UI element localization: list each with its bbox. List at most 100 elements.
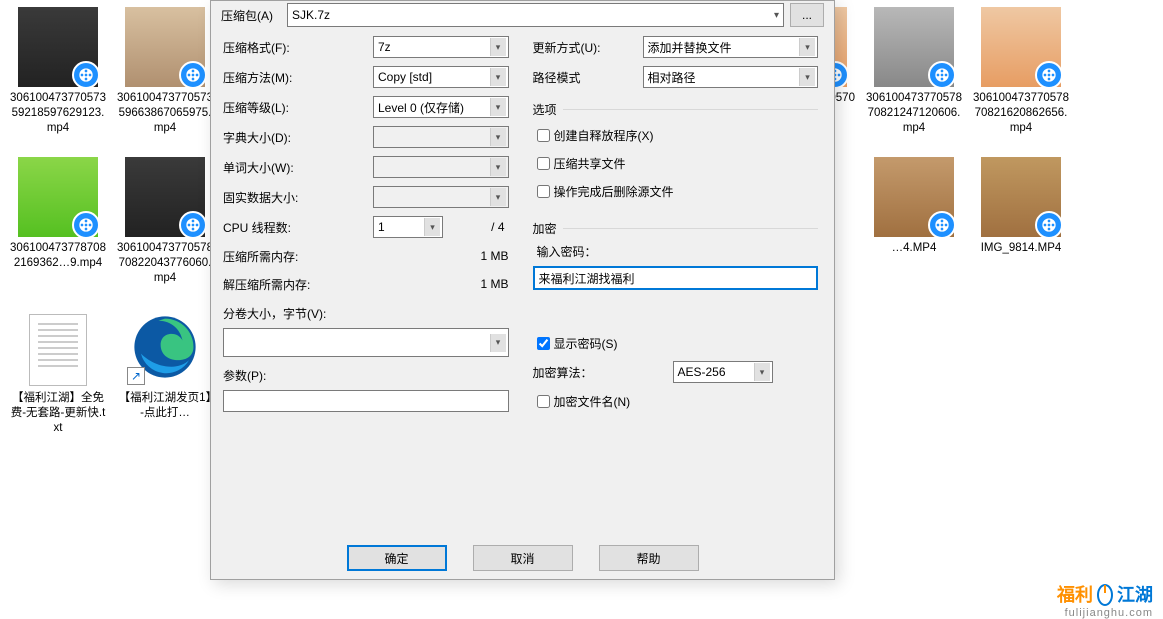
- file-name: 30610047377057870822043776060.mp4: [115, 241, 215, 286]
- params-input[interactable]: [223, 390, 509, 412]
- update-combo[interactable]: 添加并替换文件 ▾: [643, 36, 819, 58]
- file-name: 30610047377057870821620862656.mp4: [971, 91, 1071, 136]
- chevron-down-icon: ▾: [490, 334, 506, 352]
- file-item[interactable]: 30610047377057359218597629123.mp4: [5, 0, 111, 150]
- file-item[interactable]: 30610047377057359663867065975.mp4: [112, 0, 218, 150]
- options-title: 选项: [533, 101, 557, 118]
- solid-combo[interactable]: ▾: [373, 186, 509, 208]
- file-thumb: ↗: [125, 307, 205, 387]
- help-button[interactable]: 帮助: [599, 545, 699, 571]
- chevron-down-icon: ▾: [774, 10, 779, 21]
- update-label: 更新方式(U):: [533, 39, 643, 56]
- mem-compress-label: 压缩所需内存:: [223, 248, 298, 265]
- method-combo[interactable]: Copy [std] ▾: [373, 66, 509, 88]
- delete-checkbox[interactable]: [537, 185, 550, 198]
- video-reel-icon: [72, 211, 98, 237]
- file-item[interactable]: 30610047377057870821620862656.mp4: [968, 0, 1074, 150]
- file-item[interactable]: …4.MP4: [861, 150, 967, 300]
- file-thumb: [874, 7, 954, 87]
- dict-combo[interactable]: ▾: [373, 126, 509, 148]
- left-column: 压缩格式(F): 7z ▾ 压缩方法(M): Copy [std] ▾ 压缩等级…: [219, 31, 517, 412]
- ok-button[interactable]: 确定: [347, 545, 447, 571]
- shortcut-arrow-icon: ↗: [127, 367, 145, 385]
- file-thumb: [125, 7, 205, 87]
- chevron-down-icon: ▾: [424, 218, 440, 236]
- algo-combo[interactable]: AES-256 ▾: [673, 361, 773, 383]
- threads-label: CPU 线程数:: [223, 219, 373, 236]
- sfx-checkbox[interactable]: [537, 129, 550, 142]
- video-reel-icon: [1035, 211, 1061, 237]
- mem-decompress-value: 1 MB: [480, 277, 508, 291]
- mouse-icon: [1095, 581, 1115, 607]
- archive-path-value: SJK.7z: [292, 8, 330, 22]
- right-column: 更新方式(U): 添加并替换文件 ▾ 路径模式 相对路径 ▾ 选项 创建自释放程…: [517, 31, 827, 412]
- share-checkbox[interactable]: [537, 157, 550, 170]
- file-name: IMG_9814.MP4: [979, 241, 1064, 256]
- split-combo[interactable]: ▾: [223, 328, 509, 357]
- word-combo[interactable]: ▾: [373, 156, 509, 178]
- pathmode-label: 路径模式: [533, 69, 643, 86]
- mem-decompress-label: 解压缩所需内存:: [223, 276, 310, 293]
- showpwd-label: 显示密码(S): [554, 335, 618, 352]
- level-combo[interactable]: Level 0 (仅存储) ▾: [373, 96, 509, 118]
- file-name: 30610047377057359663867065975.mp4: [115, 91, 215, 136]
- format-label: 压缩格式(F):: [223, 39, 373, 56]
- archive-label: 压缩包(A): [221, 7, 281, 24]
- encnames-checkbox[interactable]: [537, 395, 550, 408]
- chevron-down-icon: ▾: [490, 38, 506, 56]
- file-name: 30610047377057870821247120606.mp4: [864, 91, 964, 136]
- threads-max: / 4: [443, 220, 509, 234]
- password-input[interactable]: 来福利江湖找福利: [533, 266, 819, 290]
- encrypt-title: 加密: [533, 220, 557, 237]
- video-reel-icon: [1035, 61, 1061, 87]
- file-name: 30610047377057359218597629123.mp4: [8, 91, 108, 136]
- video-reel-icon: [72, 61, 98, 87]
- compress-dialog: 压缩包(A) SJK.7z ▾ ... 压缩格式(F): 7z ▾ 压缩方法(M…: [210, 0, 835, 580]
- chevron-down-icon: ▾: [799, 38, 815, 56]
- chevron-down-icon: ▾: [799, 68, 815, 86]
- password-label: 输入密码：: [533, 243, 819, 260]
- file-name: 【福利江湖发页1】-点此打…: [115, 391, 215, 421]
- showpwd-checkbox[interactable]: [537, 337, 550, 350]
- level-label: 压缩等级(L):: [223, 99, 373, 116]
- file-item[interactable]: 30610047377057870822043776060.mp4: [112, 150, 218, 300]
- cancel-button[interactable]: 取消: [473, 545, 573, 571]
- pathmode-combo[interactable]: 相对路径 ▾: [643, 66, 819, 88]
- chevron-down-icon: ▾: [754, 363, 770, 381]
- dict-label: 字典大小(D):: [223, 129, 373, 146]
- browse-button[interactable]: ...: [790, 3, 824, 27]
- chevron-down-icon: ▾: [490, 68, 506, 86]
- video-reel-icon: [928, 61, 954, 87]
- delete-label: 操作完成后删除源文件: [554, 183, 674, 200]
- sfx-label: 创建自释放程序(X): [554, 127, 654, 144]
- word-label: 单词大小(W):: [223, 159, 373, 176]
- archive-path-combo[interactable]: SJK.7z ▾: [287, 3, 784, 27]
- file-item[interactable]: 3061004737787082169362…9.mp4: [5, 150, 111, 300]
- chevron-down-icon: ▾: [490, 98, 506, 116]
- file-name: 3061004737787082169362…9.mp4: [8, 241, 108, 271]
- mem-compress-value: 1 MB: [480, 249, 508, 263]
- video-reel-icon: [179, 61, 205, 87]
- file-item[interactable]: ↗ 【福利江湖发页1】-点此打…: [112, 300, 218, 450]
- file-item[interactable]: 【福利江湖】全免费-无套路-更新快.txt: [5, 300, 111, 450]
- algo-label: 加密算法：: [533, 364, 673, 381]
- method-label: 压缩方法(M):: [223, 69, 373, 86]
- split-label: 分卷大小，字节(V):: [223, 305, 509, 322]
- file-thumb: [18, 157, 98, 237]
- file-item[interactable]: IMG_9814.MP4: [968, 150, 1074, 300]
- share-label: 压缩共享文件: [554, 155, 626, 172]
- format-combo[interactable]: 7z ▾: [373, 36, 509, 58]
- file-thumb: [18, 307, 98, 387]
- video-reel-icon: [928, 211, 954, 237]
- file-thumb: [981, 157, 1061, 237]
- video-reel-icon: [179, 211, 205, 237]
- file-name: 【福利江湖】全免费-无套路-更新快.txt: [8, 391, 108, 436]
- file-thumb: [18, 7, 98, 87]
- chevron-down-icon: ▾: [490, 158, 506, 176]
- file-item[interactable]: 30610047377057870821247120606.mp4: [861, 0, 967, 150]
- chevron-down-icon: ▾: [490, 128, 506, 146]
- threads-combo[interactable]: 1 ▾: [373, 216, 443, 238]
- params-label: 参数(P):: [223, 367, 509, 384]
- file-name: …4.MP4: [890, 241, 939, 256]
- solid-label: 固实数据大小:: [223, 189, 373, 206]
